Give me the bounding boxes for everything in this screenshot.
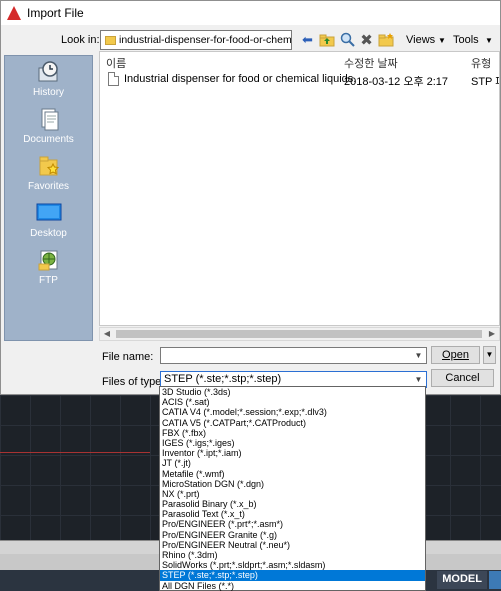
file-type-option[interactable]: IGES (*.igs;*.iges) <box>160 438 425 448</box>
folder-icon <box>105 35 116 45</box>
file-type-option[interactable]: Metafile (*.wmf) <box>160 469 425 479</box>
place-label: FTP <box>39 275 58 286</box>
favorites-icon <box>36 154 62 178</box>
history-icon <box>36 60 62 84</box>
ftp-icon <box>36 248 62 272</box>
views-dropdown-icon[interactable]: ▼ <box>438 36 446 45</box>
file-type: STP 파 <box>471 76 499 88</box>
cancel-button[interactable]: Cancel <box>431 369 494 387</box>
title-bar: Import File <box>1 1 500 25</box>
model-space-button[interactable]: MODEL <box>437 571 487 589</box>
column-header-type[interactable]: 유형 <box>471 55 491 71</box>
scroll-left-icon[interactable]: ◀ <box>100 328 114 340</box>
file-name: Industrial dispenser for food or chemica… <box>124 73 357 85</box>
look-in-combo[interactable]: industrial-dispenser-for-food-or-chemica… <box>100 30 292 50</box>
place-desktop[interactable]: Desktop <box>5 199 92 245</box>
file-type-option[interactable]: NX (*.prt) <box>160 489 425 499</box>
file-type-option[interactable]: JT (*.jt) <box>160 458 425 468</box>
axis-line <box>0 452 150 453</box>
open-options-dropdown[interactable]: ▼ <box>483 346 496 364</box>
file-type-option[interactable]: Inventor (*.ipt;*.iam) <box>160 448 425 458</box>
look-in-label: Look in: <box>61 34 100 46</box>
file-type-dropdown-list[interactable]: 3D Studio (*.3ds) ACIS (*.sat) CATIA V4 (*… <box>159 386 426 591</box>
file-type-option[interactable]: Parasolid Binary (*.x_b) <box>160 499 425 509</box>
horizontal-scrollbar[interactable]: ◀ ▶ <box>99 327 500 341</box>
new-folder-icon[interactable] <box>377 31 394 48</box>
look-in-row: Look in: industrial-dispenser-for-food-o… <box>1 29 501 51</box>
delete-icon[interactable]: ✖ <box>358 31 375 49</box>
column-header-name[interactable]: 이름 <box>106 55 126 71</box>
grid-toggle-icon[interactable] <box>489 571 501 589</box>
scroll-thumb[interactable] <box>116 330 482 338</box>
file-modified: 2018-03-12 오후 2:17 <box>344 76 449 88</box>
views-menu[interactable]: Views <box>406 34 435 46</box>
place-history[interactable]: History <box>5 58 92 104</box>
tools-dropdown-icon[interactable]: ▼ <box>485 36 493 45</box>
place-documents[interactable]: Documents <box>5 105 92 151</box>
chevron-down-icon[interactable]: ▼ <box>411 372 426 387</box>
file-name-input[interactable]: ▼ <box>160 347 427 364</box>
look-in-value: industrial-dispenser-for-food-or-chemica… <box>119 34 291 46</box>
file-type-option[interactable]: Rhino (*.3dm) <box>160 550 425 560</box>
back-arrow-icon[interactable]: ⬅ <box>299 31 316 48</box>
tools-menu[interactable]: Tools <box>453 34 479 46</box>
scroll-right-icon[interactable]: ▶ <box>485 328 499 340</box>
file-type-option[interactable]: Pro/ENGINEER Neutral (*.neu*) <box>160 540 425 550</box>
file-type-option[interactable]: SolidWorks (*.prt;*.sldprt;*.asm;*.sldas… <box>160 560 425 570</box>
file-row[interactable]: Industrial dispenser for food or chemica… <box>100 72 499 88</box>
file-type-value: STEP (*.ste;*.stp;*.step) <box>164 373 282 385</box>
place-label: Documents <box>23 134 74 145</box>
import-file-dialog: Import File Look in: industrial-dispense… <box>0 0 501 395</box>
open-button[interactable]: Open <box>431 346 480 364</box>
documents-icon <box>36 107 62 131</box>
file-list[interactable]: 이름 수정한 날짜 유형 Industrial dispenser for fo… <box>99 51 500 326</box>
open-button-label: Open <box>442 349 469 361</box>
file-type-option[interactable]: FBX (*.fbx) <box>160 428 425 438</box>
place-label: Desktop <box>30 228 67 239</box>
file-type-option[interactable]: CATIA V5 (*.CATPart;*.CATProduct) <box>160 418 425 428</box>
file-icon <box>108 72 119 86</box>
file-type-option[interactable]: 3D Studio (*.3ds) <box>160 387 425 397</box>
file-type-label: Files of type: <box>102 376 165 388</box>
chevron-down-icon[interactable]: ▼ <box>411 348 426 363</box>
place-favorites[interactable]: Favorites <box>5 152 92 198</box>
file-type-option[interactable]: Pro/ENGINEER (*.prt*;*.asm*) <box>160 519 425 529</box>
file-type-option[interactable]: ACIS (*.sat) <box>160 397 425 407</box>
file-type-option[interactable]: Pro/ENGINEER Granite (*.g) <box>160 530 425 540</box>
place-label: History <box>32 87 65 98</box>
dialog-title: Import File <box>27 6 84 20</box>
search-web-icon[interactable] <box>339 31 356 48</box>
desktop-icon <box>36 201 62 225</box>
file-name-label: File name: <box>102 351 154 363</box>
places-sidebar: History Documents Favorites Desktop FTP <box>4 55 93 341</box>
file-type-option[interactable]: CATIA V4 (*.model;*.session;*.exp;*.dlv3… <box>160 407 425 417</box>
file-type-option[interactable]: MicroStation DGN (*.dgn) <box>160 479 425 489</box>
column-header-modified[interactable]: 수정한 날짜 <box>344 55 398 71</box>
file-type-option[interactable]: Parasolid Text (*.x_t) <box>160 509 425 519</box>
up-folder-icon[interactable] <box>318 31 335 48</box>
place-ftp[interactable]: FTP <box>5 246 92 292</box>
place-label: Favorites <box>27 181 70 192</box>
autocad-logo-icon <box>7 6 21 20</box>
file-type-option[interactable]: All DGN Files (*.*) <box>160 581 425 591</box>
file-type-option[interactable]: STEP (*.ste;*.stp;*.step) <box>160 570 425 581</box>
